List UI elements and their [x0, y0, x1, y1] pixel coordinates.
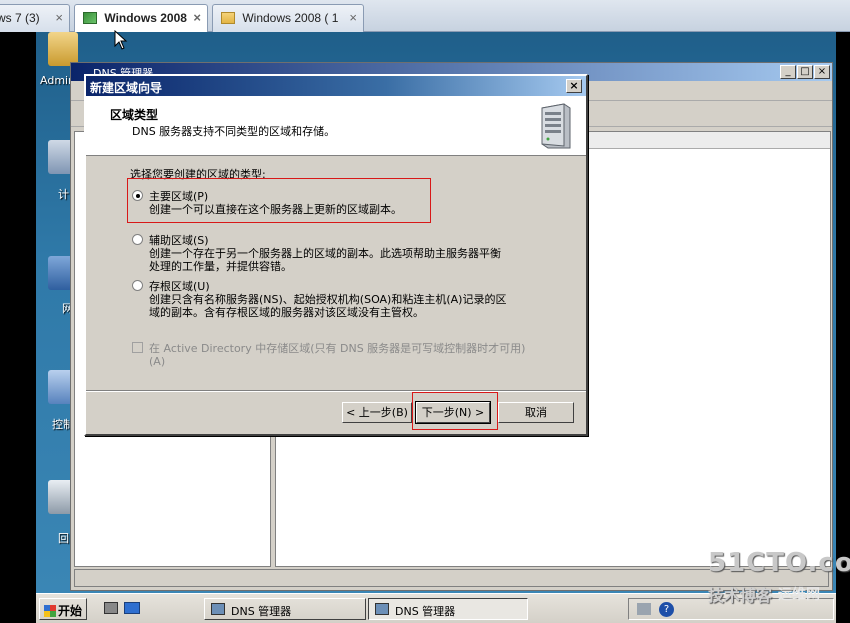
- option-label: 辅助区域(S): [149, 234, 209, 247]
- start-label: 开始: [58, 604, 83, 618]
- close-icon[interactable]: ×: [55, 10, 63, 25]
- dialog-titlebar[interactable]: 新建区域向导 ×: [86, 76, 586, 96]
- back-button[interactable]: < 上一步(B): [342, 402, 412, 423]
- checkbox-label: 在 Active Directory 中存储区域(只有 DNS 服务器是可写域控…: [149, 342, 526, 355]
- taskbar-item-label: DNS 管理器: [231, 605, 292, 618]
- radio-stub-zone[interactable]: [132, 280, 143, 291]
- cancel-button[interactable]: 取消: [498, 402, 574, 423]
- taskbar-item-dns-manager[interactable]: DNS 管理器: [204, 598, 366, 620]
- close-icon[interactable]: ×: [349, 10, 357, 25]
- close-button[interactable]: ×: [814, 65, 830, 79]
- option-description: 创建一个存在于另一个服务器上的区域的副本。此选项帮助主服务器平衡: [149, 247, 501, 260]
- host-tab-windows2008-active[interactable]: Windows 2008 ×: [74, 4, 208, 33]
- highlight-primary-zone: [127, 178, 431, 223]
- server-icon: [541, 103, 571, 149]
- highlight-next-button: [412, 392, 498, 430]
- host-tab-label: Windows 2008 ( 1: [242, 11, 339, 25]
- vm-border-right: [836, 32, 850, 623]
- start-button[interactable]: 开始: [39, 598, 87, 620]
- page-subtitle: DNS 服务器支持不同类型的区域和存储。: [132, 125, 336, 138]
- vm-icon: [221, 12, 235, 24]
- ad-store-checkbox-row[interactable]: 在 Active Directory 中存储区域(只有 DNS 服务器是可写域控…: [132, 342, 525, 368]
- dns-icon: [211, 603, 225, 615]
- host-tab-label: ws 7 (3): [0, 11, 40, 25]
- option-secondary-zone[interactable]: 辅助区域(S) 创建一个存在于另一个服务器上的区域的副本。此选项帮助主服务器平衡…: [132, 234, 501, 273]
- keyboard-icon[interactable]: [637, 603, 651, 615]
- desktop-label-recycle: 回: [58, 532, 69, 545]
- option-description: 处理的工作量，并提供容错。: [149, 260, 292, 273]
- maximize-button[interactable]: □: [797, 65, 813, 79]
- dialog-title: 新建区域向导: [90, 81, 163, 95]
- page-title: 区域类型: [110, 108, 159, 122]
- host-tab-win7[interactable]: ws 7 (3) ×: [0, 4, 70, 32]
- server-manager-icon[interactable]: [104, 602, 118, 614]
- mouse-cursor-icon: [114, 30, 128, 50]
- new-zone-wizard-dialog: 新建区域向导 × 区域类型 DNS 服务器支持不同类型的区域和存储。 选择您要创…: [84, 74, 588, 436]
- watermark-blog: 技术博客: [708, 586, 773, 605]
- checkbox-label-accelerator: (A): [149, 355, 166, 368]
- ad-store-checkbox[interactable]: [132, 342, 143, 353]
- option-label: 存根区域(U): [149, 280, 210, 293]
- host-tab-bar: ws 7 (3) × Windows 2008 × Windows 2008 (…: [0, 0, 850, 33]
- option-stub-zone[interactable]: 存根区域(U) 创建只含有名称服务器(NS)、起始授权机构(SOA)和粘连主机(…: [132, 280, 506, 319]
- host-tab-label: Windows 2008: [104, 11, 187, 25]
- option-description: 域的副本。含有存根区域的服务器对该区域没有主管权。: [149, 306, 424, 319]
- close-button[interactable]: ×: [566, 79, 582, 93]
- host-tab-windows2008-1[interactable]: Windows 2008 ( 1 ×: [212, 4, 364, 32]
- taskbar-item-dns-manager-active[interactable]: DNS 管理器: [368, 598, 528, 620]
- vm-border-left: [0, 32, 36, 623]
- windows-logo-icon: [44, 605, 56, 617]
- vm-icon: [83, 12, 97, 24]
- dns-icon: [375, 603, 389, 615]
- watermark-iyunv: 运维网: [778, 587, 820, 603]
- taskbar-item-label: DNS 管理器: [395, 605, 456, 618]
- folder-icon[interactable]: [48, 32, 78, 66]
- option-description: 创建只含有名称服务器(NS)、起始授权机构(SOA)和粘连主机(A)记录的区: [149, 293, 507, 306]
- close-icon[interactable]: ×: [193, 10, 201, 25]
- button-separator: [86, 390, 586, 392]
- radio-secondary-zone[interactable]: [132, 234, 143, 245]
- watermark-51cto: 51CTO.com: [708, 548, 850, 578]
- wizard-header: 区域类型 DNS 服务器支持不同类型的区域和存储。: [86, 96, 586, 156]
- desktop-label-computer: 计: [58, 188, 69, 201]
- minimize-button[interactable]: _: [780, 65, 796, 79]
- help-icon[interactable]: ?: [659, 602, 674, 617]
- desktop-label-admin: Admir: [40, 74, 73, 87]
- powershell-icon[interactable]: [124, 602, 140, 614]
